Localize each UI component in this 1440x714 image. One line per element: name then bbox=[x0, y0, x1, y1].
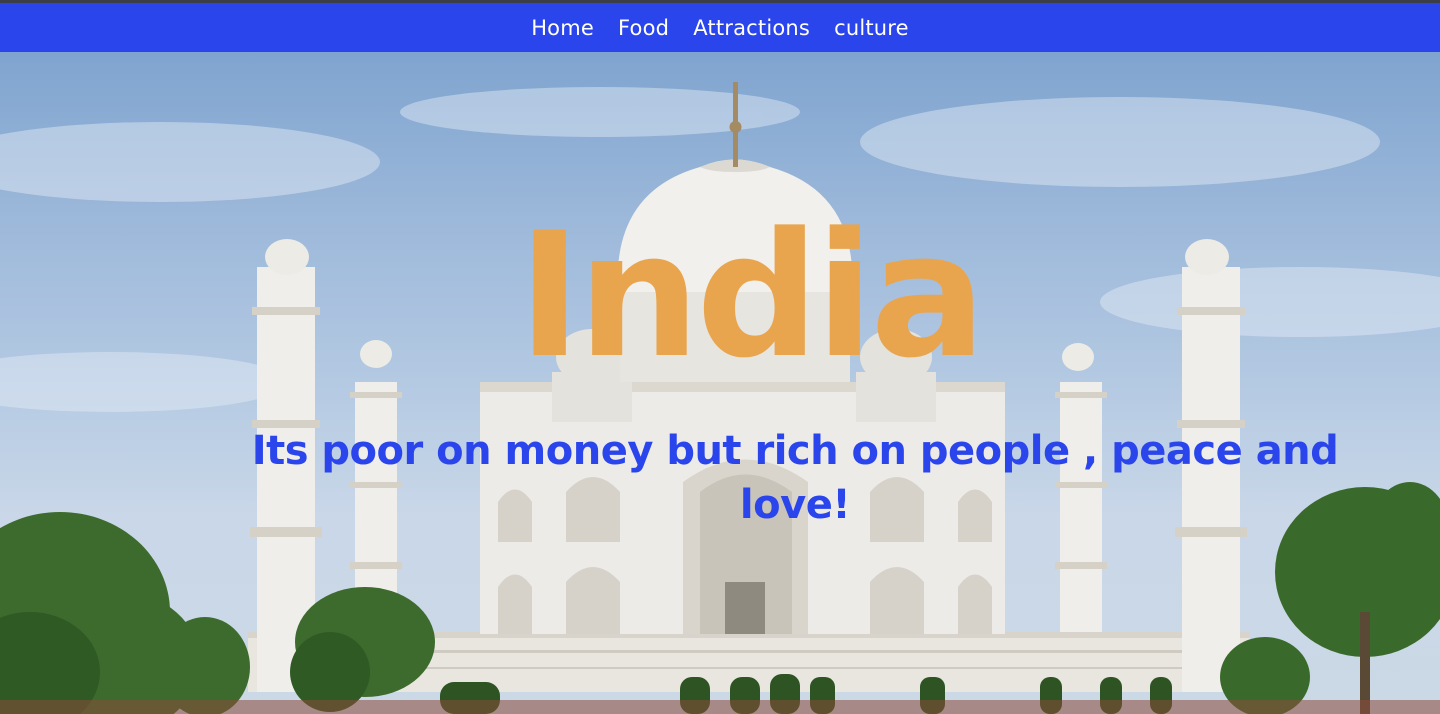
nav-link-attractions[interactable]: Attractions bbox=[693, 16, 810, 40]
hero-tagline: Its poor on money but rich on people , p… bbox=[251, 428, 1339, 528]
nav-link-food[interactable]: Food bbox=[618, 16, 669, 40]
hero-title: India bbox=[517, 195, 987, 396]
hero-section: India Its poor on money but rich on peop… bbox=[0, 52, 1440, 714]
nav-link-home[interactable]: Home bbox=[531, 16, 594, 40]
top-navbar: Home Food Attractions culture bbox=[0, 3, 1440, 52]
nav-link-culture[interactable]: culture bbox=[834, 16, 909, 40]
